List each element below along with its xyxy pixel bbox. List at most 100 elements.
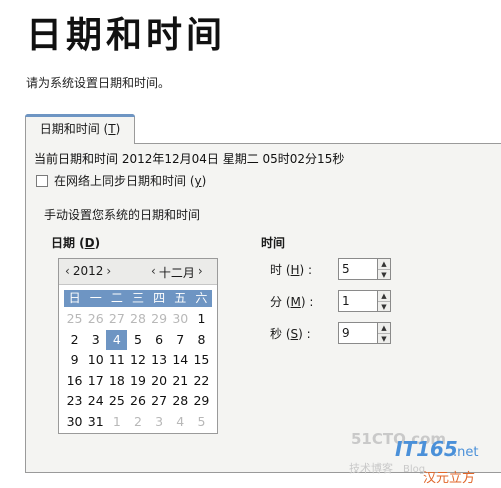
sync-mnemonic: y [194, 174, 202, 188]
calendar-day[interactable]: 3 [149, 412, 170, 433]
watermark-brand: IT165 [395, 437, 458, 461]
calendar-day[interactable]: 20 [149, 371, 170, 392]
date-label-text: 日期 ( [51, 236, 85, 250]
calendar-day[interactable]: 12 [127, 350, 148, 371]
calendar-day[interactable]: 10 [85, 350, 106, 371]
hour-mnemonic: H [290, 262, 300, 277]
watermark-tld: .net [453, 445, 478, 460]
calendar-day[interactable]: 30 [64, 412, 85, 433]
year-next-icon[interactable]: › [106, 264, 111, 278]
tab-accent [25, 114, 135, 117]
second-row: 秒 (S) : 9 ▲ ▼ [270, 322, 391, 344]
month-next-icon[interactable]: › [198, 264, 203, 281]
calendar-day[interactable]: 29 [149, 309, 170, 330]
tab-label: 日期和时间 ( [39, 122, 109, 136]
sync-checkbox[interactable] [36, 174, 48, 187]
hour-row: 时 (H) : 5 ▲ ▼ [270, 258, 391, 280]
calendar-day[interactable]: 16 [64, 371, 85, 392]
calendar-day[interactable]: 19 [127, 371, 148, 392]
weekday-label: 一 [89, 291, 102, 305]
sync-label: 在网络上同步日期和时间 (y) [54, 172, 206, 189]
calendar-day[interactable]: 30 [170, 309, 191, 330]
tab-date-time[interactable]: 日期和时间 (T) [25, 114, 135, 144]
tab-mnemonic: T [108, 122, 116, 136]
month-value: 十二月 [158, 266, 195, 280]
hour-up-icon[interactable]: ▲ [378, 259, 390, 270]
calendar-day[interactable]: 2 [64, 330, 85, 351]
month-prev-icon[interactable]: ‹ [151, 264, 156, 281]
calendar-day[interactable]: 27 [149, 391, 170, 412]
calendar-day[interactable]: 31 [85, 412, 106, 433]
time-label: 时间 [261, 236, 286, 250]
calendar-day[interactable]: 26 [127, 391, 148, 412]
second-label: 秒 (S) : [270, 325, 338, 342]
weekday-label: 六 [195, 291, 208, 305]
calendar-day[interactable]: 13 [149, 350, 170, 371]
hour-spin-buttons[interactable]: ▲ ▼ [378, 258, 391, 280]
calendar-day[interactable]: 8 [191, 330, 212, 351]
calendar-day[interactable]: 6 [149, 330, 170, 351]
calendar-day-selected[interactable]: 4 [106, 329, 128, 350]
calendar-day[interactable]: 29 [191, 391, 212, 412]
calendar-day[interactable]: 14 [170, 350, 191, 371]
calendar-day[interactable]: 4 [170, 412, 191, 433]
calendar-day[interactable]: 21 [170, 371, 191, 392]
weekday-label: 日 [68, 291, 81, 305]
minute-down-icon[interactable]: ▼ [378, 302, 390, 312]
calendar-day[interactable]: 28 [127, 309, 148, 330]
calendar-day[interactable]: 15 [191, 350, 212, 371]
weekday-label: 二 [110, 291, 123, 305]
calendar-day[interactable]: 2 [127, 412, 148, 433]
weekday-label: 五 [174, 291, 187, 305]
calendar-day[interactable]: 25 [64, 309, 85, 330]
second-spinner[interactable]: 9 [338, 322, 378, 344]
second-mnemonic: S [290, 326, 299, 341]
calendar-day[interactable]: 11 [106, 350, 127, 371]
second-down-icon[interactable]: ▼ [378, 334, 390, 344]
second-up-icon[interactable]: ▲ [378, 323, 390, 334]
calendar-day[interactable]: 25 [106, 391, 127, 412]
year-prev-icon[interactable]: ‹ [65, 264, 70, 278]
calendar-day[interactable]: 18 [106, 371, 127, 392]
calendar-day[interactable]: 9 [64, 350, 85, 371]
minute-spinner[interactable]: 1 [338, 290, 378, 312]
minute-spin-buttons[interactable]: ▲ ▼ [378, 290, 391, 312]
tab-label-end: ) [115, 122, 121, 136]
watermark-blog-en: Blog [403, 464, 425, 475]
calendar-day[interactable]: 22 [191, 371, 212, 392]
calendar-day[interactable]: 27 [106, 309, 127, 330]
date-label-end: ) [94, 236, 101, 250]
minute-label: 分 (M) : [270, 293, 338, 310]
year-selector: ‹ 2012 › [65, 264, 111, 278]
calendar-day[interactable]: 1 [191, 309, 212, 330]
year-value: 2012 [72, 264, 104, 278]
calendar-header: ‹ 2012 › ‹ 十二月 › [59, 259, 217, 285]
calendar-day[interactable]: 3 [85, 330, 106, 351]
calendar-day[interactable]: 7 [170, 330, 191, 351]
weekday-header: 日 一 二 三 四 五 六 [64, 290, 212, 307]
calendar-days: 25 26 27 28 29 30 1 2 3 4 5 6 7 8 9 10 11 12 13 14 15 16 17 18 1… [64, 309, 212, 432]
calendar-day[interactable]: 1 [106, 412, 127, 433]
second-spin-buttons[interactable]: ▲ ▼ [378, 322, 391, 344]
minute-up-icon[interactable]: ▲ [378, 291, 390, 302]
calendar-day[interactable]: 23 [64, 391, 85, 412]
hour-label-text: 时 ( [270, 262, 291, 277]
calendar-day[interactable]: 26 [85, 309, 106, 330]
weekday-label: 四 [153, 291, 166, 305]
calendar[interactable]: ‹ 2012 › ‹ 十二月 › 日 一 二 三 四 五 六 25 26 27 28 2… [58, 258, 218, 434]
calendar-day[interactable]: 28 [170, 391, 191, 412]
sync-label-end: ) [201, 174, 207, 188]
hour-down-icon[interactable]: ▼ [378, 270, 390, 280]
second-label-end: ) : [298, 326, 311, 341]
calendar-day[interactable]: 17 [85, 371, 106, 392]
calendar-day[interactable]: 24 [85, 391, 106, 412]
sync-checkbox-row[interactable]: 在网络上同步日期和时间 (y) [36, 172, 206, 189]
weekday-label: 三 [131, 291, 144, 305]
calendar-day[interactable]: 5 [127, 330, 148, 351]
calendar-day[interactable]: 5 [191, 412, 212, 433]
date-label: 日期 (D) [51, 234, 100, 251]
hour-label-end: ) : [299, 262, 313, 277]
minute-label-end: ) : [300, 294, 314, 309]
month-selector: ‹ 十二月 › [151, 264, 203, 281]
hour-spinner[interactable]: 5 [338, 258, 378, 280]
